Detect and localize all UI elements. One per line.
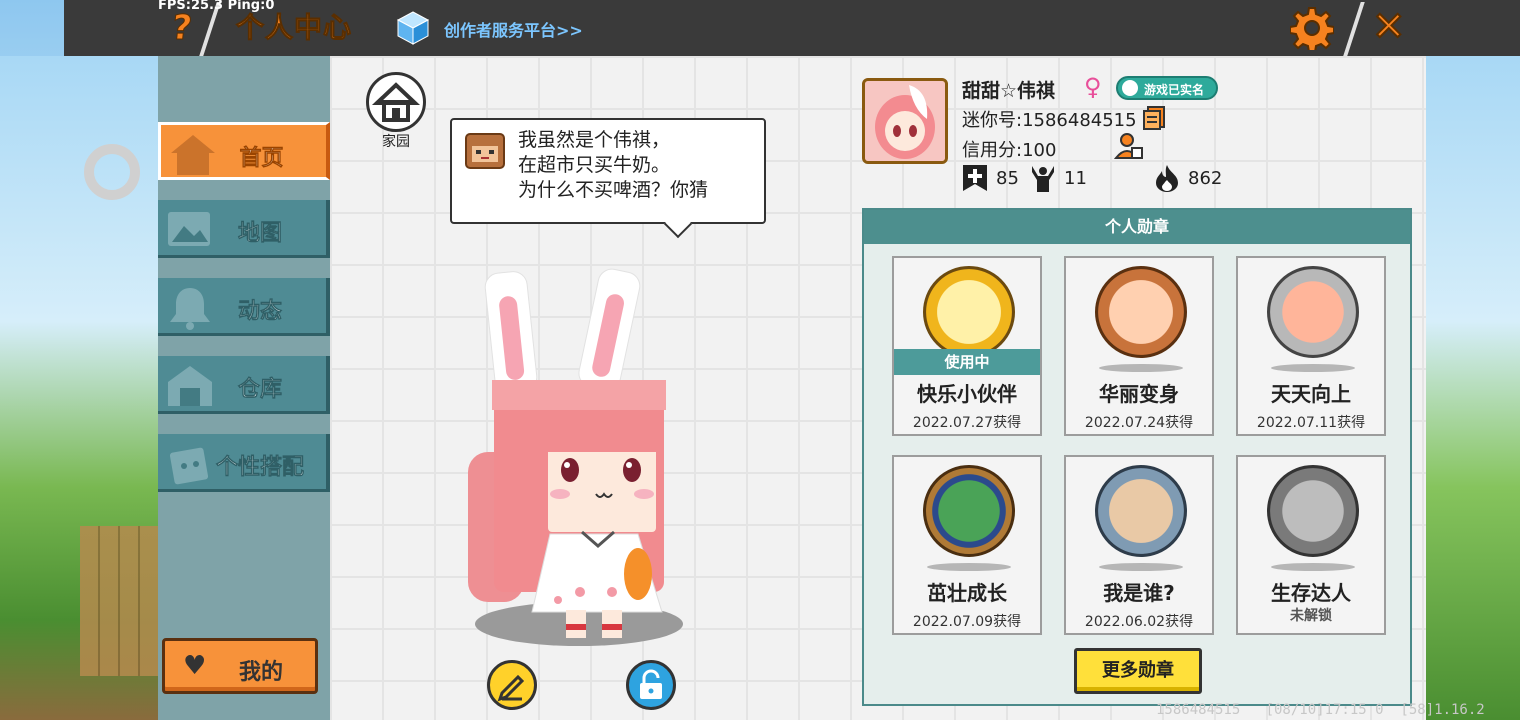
female-gender-icon: ♀ bbox=[1084, 73, 1102, 101]
speech-line: 在超市只买牛奶。 bbox=[518, 154, 671, 176]
credit-score: 信用分:100 bbox=[962, 140, 1057, 161]
verified-label: 游戏已实名 bbox=[1144, 83, 1205, 97]
badge-date: 2022.07.27获得 bbox=[912, 415, 1022, 431]
badge-name: 快乐小伙伴 bbox=[917, 382, 1017, 406]
medal-shadow bbox=[1099, 563, 1183, 571]
edit-pencil-icon[interactable] bbox=[487, 660, 537, 710]
background-scene-left bbox=[0, 56, 160, 720]
sidebar-item-outfit[interactable]: 个性搭配 bbox=[158, 434, 330, 492]
speech-line: 我虽然是个伟祺， bbox=[518, 129, 671, 151]
badge-card[interactable]: 华丽变身 2022.07.24获得 bbox=[1064, 256, 1214, 436]
sidebar-item-label: 个性搭配 bbox=[215, 455, 305, 481]
creator-platform-link[interactable]: 创作者服务平台>> bbox=[444, 17, 583, 41]
copy-icon[interactable] bbox=[1142, 105, 1166, 131]
username: 甜甜☆伟祺 bbox=[962, 80, 1056, 102]
badge-card[interactable]: 生存达人 未解锁 bbox=[1236, 455, 1386, 635]
house-icon bbox=[371, 82, 421, 122]
background-scene-right bbox=[1410, 56, 1520, 720]
sidebar-item-label: 首页 bbox=[239, 146, 284, 172]
mini-id: 迷你号:1586484515 bbox=[962, 110, 1137, 131]
settings-gear-icon[interactable] bbox=[1289, 6, 1335, 53]
survival-expert-medal-icon bbox=[1267, 465, 1359, 557]
who-am-i-medal-icon bbox=[1095, 465, 1187, 557]
in-use-tag: 使用中 bbox=[894, 349, 1040, 375]
medal-shadow bbox=[927, 563, 1011, 571]
character-face-icon bbox=[465, 133, 505, 169]
stat-value: 862 bbox=[1188, 168, 1223, 189]
sidebar-item-home[interactable]: 首页 bbox=[158, 122, 330, 180]
badge-name: 生存达人 bbox=[1271, 581, 1351, 605]
bookmark-plus-icon bbox=[963, 165, 987, 191]
daily-progress-medal-icon bbox=[1267, 266, 1359, 358]
badge-date: 2022.07.24获得 bbox=[1084, 415, 1194, 431]
more-badges-button[interactable]: 更多勋章 bbox=[1074, 648, 1202, 694]
sidebar-item-label: 仓库 bbox=[237, 377, 283, 403]
transformation-medal-icon bbox=[1095, 266, 1187, 358]
badge-name: 茁壮成长 bbox=[927, 581, 1007, 605]
badge-card[interactable]: 茁壮成长 2022.07.09获得 bbox=[892, 455, 1042, 635]
home-button[interactable] bbox=[366, 72, 426, 132]
cheer-icon bbox=[1032, 166, 1054, 192]
happy-buddies-medal-icon bbox=[923, 266, 1015, 358]
stat-value: 11 bbox=[1064, 168, 1087, 189]
stat-value: 85 bbox=[996, 168, 1019, 189]
badge-date: 2022.06.02获得 bbox=[1084, 614, 1194, 630]
close-button[interactable]: ✕ bbox=[1371, 3, 1406, 51]
badge-panel-title: 个人勋章 bbox=[864, 210, 1410, 244]
badge-name: 华丽变身 bbox=[1099, 382, 1179, 406]
badge-date: 2022.07.09获得 bbox=[912, 614, 1022, 630]
speech-bubble: 我虽然是个伟祺， 在超市只买牛奶。 为什么不买啤酒？你猜 bbox=[450, 118, 766, 224]
credit-person-icon[interactable] bbox=[1113, 132, 1144, 160]
badge-card[interactable]: 我是谁? 2022.06.02获得 bbox=[1064, 455, 1214, 635]
sidebar-item-label: 地图 bbox=[237, 221, 283, 247]
badge-locked-status: 未解锁 bbox=[1290, 608, 1332, 624]
player-character[interactable] bbox=[462, 262, 692, 662]
badge-card[interactable]: 使用中 快乐小伙伴 2022.07.27获得 bbox=[892, 256, 1042, 436]
flame-icon bbox=[1156, 165, 1178, 192]
sidebar-item-map[interactable]: 地图 bbox=[158, 200, 330, 258]
badge-name: 天天向上 bbox=[1271, 382, 1351, 406]
growth-medal-icon bbox=[923, 465, 1015, 557]
badge-name: 我是谁? bbox=[1103, 581, 1175, 605]
speech-line: 为什么不买啤酒？你猜 bbox=[518, 179, 709, 201]
medal-shadow bbox=[1271, 563, 1355, 571]
floating-ring-button[interactable] bbox=[84, 144, 140, 200]
medal-shadow bbox=[1271, 364, 1355, 372]
sidebar-item-feed[interactable]: 动态 bbox=[158, 278, 330, 336]
badge-date: 2022.07.11获得 bbox=[1256, 415, 1366, 431]
sidebar-item-label: 动态 bbox=[237, 299, 283, 325]
badge-card[interactable]: 天天向上 2022.07.11获得 bbox=[1236, 256, 1386, 436]
heart-icon: ♥ bbox=[183, 651, 207, 681]
verified-badge: 游戏已实名 bbox=[1116, 76, 1218, 100]
avatar[interactable] bbox=[862, 78, 948, 164]
unlock-icon[interactable] bbox=[626, 660, 676, 710]
person-icon bbox=[1122, 80, 1138, 96]
mine-button[interactable]: ♥ 我的 bbox=[162, 638, 318, 694]
home-label: 家园 bbox=[382, 134, 410, 150]
speech-text: 我虽然是个伟祺， 在超市只买牛奶。 为什么不买啤酒？你猜 bbox=[518, 128, 758, 203]
sidebar-item-storage[interactable]: 仓库 bbox=[158, 356, 330, 414]
mine-button-label: 我的 bbox=[239, 660, 284, 685]
cube-icon[interactable] bbox=[396, 10, 430, 46]
medal-shadow bbox=[1099, 364, 1183, 372]
fps-readout: FPS:25.3 Ping:0 bbox=[158, 0, 275, 13]
help-button[interactable]: ? bbox=[169, 8, 194, 49]
footer-info: 1586484515 [08/10]17:15 0 [58]1.16.2 bbox=[1156, 702, 1485, 718]
